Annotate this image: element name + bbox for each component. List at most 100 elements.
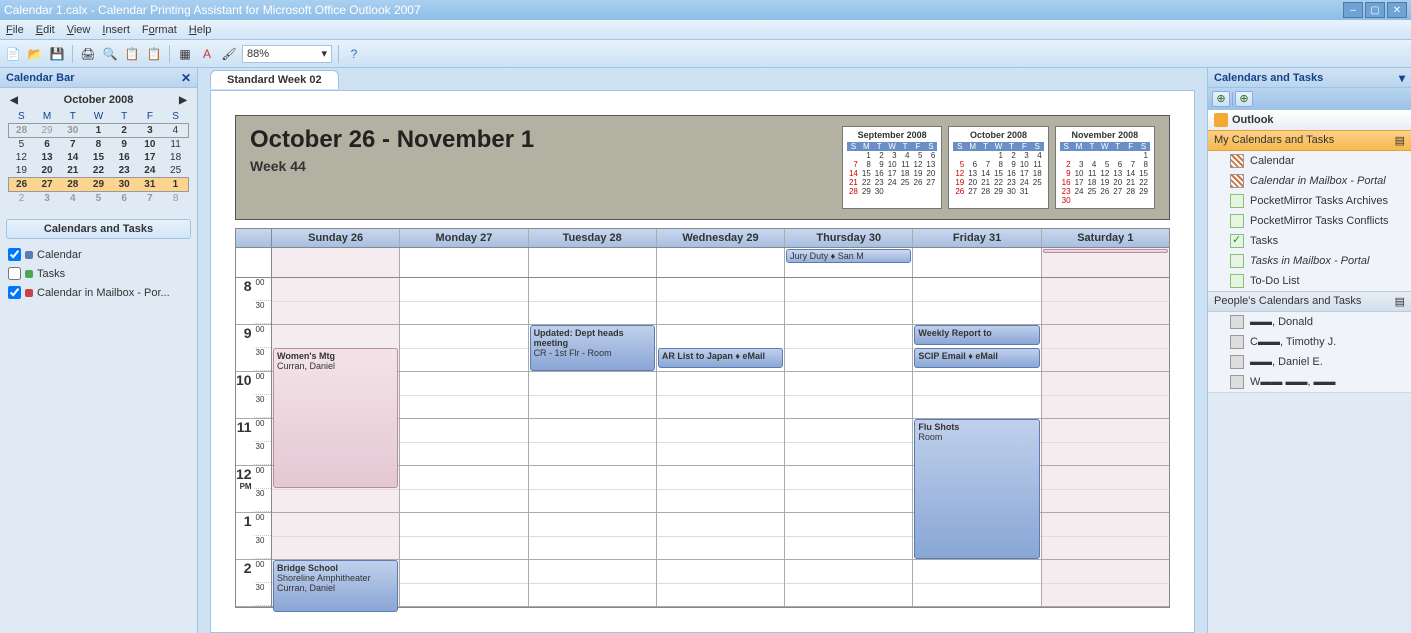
time-slot[interactable] [657,537,784,561]
grid-icon[interactable]: ▦ [176,45,194,63]
time-slot[interactable] [272,278,399,302]
time-slot[interactable] [529,419,656,443]
time-slot[interactable] [529,278,656,302]
time-slot[interactable] [272,513,399,537]
minical-day[interactable]: 1 [163,178,189,192]
forward-icon[interactable]: ⊕ [1235,91,1253,107]
tab-standard-week[interactable]: Standard Week 02 [210,70,339,89]
time-slot[interactable] [400,325,527,349]
person-calendar-item[interactable]: C▬▬, Timothy J. [1208,332,1411,352]
minical-day[interactable]: 5 [9,138,35,152]
time-slot[interactable] [529,466,656,490]
minical-day[interactable]: 30 [60,124,86,138]
calendar-event[interactable]: SCIP Email ♦ eMail [914,348,1039,368]
minical-day[interactable]: 30 [111,178,137,192]
menu-help[interactable]: Help [189,24,212,36]
calendar-toggle[interactable]: Calendar in Mailbox - Por... [8,283,189,302]
minical-day[interactable]: 8 [86,138,112,152]
time-slot[interactable] [657,443,784,467]
calendar-item[interactable]: To-Do List [1208,271,1411,291]
time-slot[interactable] [785,419,912,443]
preview-icon[interactable]: 🔍 [101,45,119,63]
maximize-button[interactable]: ▢ [1365,2,1385,18]
time-slot[interactable] [785,302,912,326]
time-slot[interactable] [785,490,912,514]
all-day-cell[interactable] [913,248,1041,277]
time-slot[interactable] [785,513,912,537]
menu-edit[interactable]: Edit [36,24,55,36]
time-slot[interactable] [1042,278,1169,302]
help-icon[interactable]: ? [345,45,363,63]
all-day-cell[interactable] [657,248,785,277]
time-slot[interactable] [529,396,656,420]
minical-day[interactable]: 17 [137,151,163,164]
time-slot[interactable] [657,396,784,420]
minical-day[interactable]: 2 [111,124,137,138]
time-slot[interactable] [1042,490,1169,514]
time-slot[interactable] [400,419,527,443]
time-slot[interactable] [400,372,527,396]
calendar-item[interactable]: Tasks in Mailbox - Portal [1208,251,1411,271]
time-slot[interactable] [272,302,399,326]
time-slot[interactable] [529,443,656,467]
time-slot[interactable] [1042,349,1169,373]
all-day-cell[interactable] [272,248,400,277]
calendar-event[interactable]: Flu ShotsRoom [914,419,1039,559]
time-slot[interactable] [529,302,656,326]
calendar-event[interactable]: Bridge SchoolShoreline AmphitheaterCurra… [273,560,398,612]
open-icon[interactable]: 📂 [26,45,44,63]
time-slot[interactable] [913,584,1040,608]
person-calendar-item[interactable]: ▬▬, Donald [1208,312,1411,332]
close-pane-icon[interactable]: ✕ [181,71,191,85]
minical-day[interactable]: 27 [34,178,60,192]
time-slot[interactable] [785,349,912,373]
time-slot[interactable] [400,584,527,608]
minical-day[interactable]: 6 [111,192,137,206]
minical-day[interactable]: 4 [163,124,189,138]
minical-day[interactable]: 26 [9,178,35,192]
checkbox[interactable] [8,267,21,280]
time-slot[interactable] [400,560,527,584]
calendar-event[interactable]: Women's MtgCurran, Daniel [273,348,398,488]
time-slot[interactable] [1042,584,1169,608]
calendar-toggle[interactable]: Tasks [8,264,189,283]
calendar-item[interactable]: Tasks [1208,231,1411,251]
time-slot[interactable] [529,537,656,561]
time-slot[interactable] [785,560,912,584]
time-slot[interactable] [785,325,912,349]
time-slot[interactable] [1042,325,1169,349]
calendar-item[interactable]: Calendar [1208,151,1411,171]
zoom-combo[interactable]: 88%▾ [242,45,332,63]
time-slot[interactable] [529,513,656,537]
time-slot[interactable] [1042,537,1169,561]
time-slot[interactable] [657,302,784,326]
time-slot[interactable] [785,584,912,608]
my-calendars-header[interactable]: My Calendars and Tasks▤ [1208,130,1411,151]
minical-day[interactable]: 15 [86,151,112,164]
minical-day[interactable]: 29 [86,178,112,192]
minical-day[interactable]: 28 [60,178,86,192]
minical-day[interactable]: 1 [86,124,112,138]
minical-day[interactable]: 22 [86,164,112,178]
time-slot[interactable] [657,372,784,396]
checkbox[interactable] [8,248,21,261]
minical-day[interactable]: 18 [163,151,189,164]
time-slot[interactable] [1042,513,1169,537]
time-slot[interactable] [657,325,784,349]
minical-day[interactable]: 20 [34,164,60,178]
time-slot[interactable] [400,278,527,302]
minical-day[interactable]: 23 [111,164,137,178]
time-slot[interactable] [1042,466,1169,490]
time-slot[interactable] [400,396,527,420]
time-slot[interactable] [400,443,527,467]
time-slot[interactable] [529,584,656,608]
time-slot[interactable] [1042,443,1169,467]
time-slot[interactable] [657,278,784,302]
time-slot[interactable] [400,302,527,326]
minical-day[interactable]: 5 [86,192,112,206]
font-icon[interactable]: A [198,45,216,63]
minical-day[interactable]: 12 [9,151,35,164]
minical-day[interactable]: 8 [163,192,189,206]
minical-day[interactable]: 7 [60,138,86,152]
menu-view[interactable]: View [67,24,91,36]
